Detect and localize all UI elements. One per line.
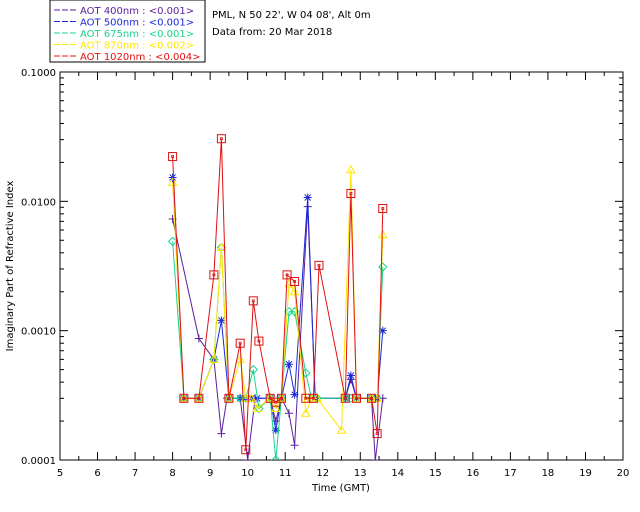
x-tick-label: 10	[241, 468, 254, 479]
y-axis: 0.0001 0.0010 0.0100 0.1000	[21, 68, 623, 467]
x-tick-label: 15	[429, 468, 442, 479]
data-point	[346, 371, 355, 380]
legend-label: AOT 400nm : <0.001>	[80, 6, 194, 17]
series-layer	[167, 134, 388, 460]
data-point	[290, 441, 299, 450]
data-point	[284, 409, 293, 418]
x-tick-label: 18	[542, 468, 555, 479]
data-point	[243, 456, 252, 460]
data-point	[371, 456, 380, 460]
legend-item: AOT 500nm : <0.001>	[54, 18, 194, 29]
legend-label: AOT 675nm : <0.001>	[80, 29, 194, 40]
chart: AOT 400nm : <0.001>AOT 500nm : <0.001>AO…	[5, 0, 630, 494]
x-tick-label: 20	[617, 468, 630, 479]
legend-item: AOT 400nm : <0.001>	[54, 6, 194, 17]
x-axis: 5 6 7 8 9 10 11 12 13 14 15 16 17 18 19 20	[57, 72, 630, 479]
legend-item: AOT 870nm : <0.002>	[54, 41, 194, 52]
x-tick-label: 17	[504, 468, 517, 479]
legend-label: AOT 870nm : <0.002>	[80, 41, 194, 52]
data-point	[217, 316, 226, 325]
chart-title-date: Data from: 20 Mar 2018	[212, 27, 332, 38]
x-tick-label: 16	[466, 468, 479, 479]
y-tick-label: 0.0100	[21, 197, 56, 208]
y-axis-label: Imaginary Part of Refractive Index	[5, 181, 16, 352]
data-point	[284, 360, 293, 369]
x-tick-label: 7	[132, 468, 138, 479]
data-point	[290, 390, 299, 399]
x-axis-label: Time (GMT)	[311, 483, 370, 494]
legend-item: AOT 675nm : <0.001>	[54, 29, 194, 40]
x-tick-label: 11	[279, 468, 292, 479]
legend-item: AOT 1020nm : <0.004>	[54, 52, 200, 63]
x-tick-label: 12	[316, 468, 329, 479]
series-1	[168, 202, 387, 460]
x-tick-label: 5	[57, 468, 63, 479]
y-tick-label: 0.1000	[21, 68, 56, 79]
chart-title-location: PML, N 50 22', W 04 08', Alt 0m	[212, 10, 371, 21]
x-tick-label: 9	[207, 468, 213, 479]
x-tick-label: 19	[579, 468, 592, 479]
data-point	[217, 429, 226, 438]
x-tick-label: 8	[169, 468, 175, 479]
x-tick-label: 14	[391, 468, 404, 479]
x-tick-label: 13	[354, 468, 367, 479]
y-tick-label: 0.0001	[21, 456, 56, 467]
legend: AOT 400nm : <0.001>AOT 500nm : <0.001>AO…	[49, 0, 206, 63]
series-5	[168, 134, 388, 455]
series-line	[172, 241, 384, 460]
legend-label: AOT 500nm : <0.001>	[80, 18, 194, 29]
y-tick-label: 0.0010	[21, 327, 56, 338]
data-point	[303, 193, 312, 202]
legend-label: AOT 1020nm : <0.004>	[80, 52, 200, 63]
data-point	[194, 334, 203, 343]
x-tick-label: 6	[94, 468, 100, 479]
